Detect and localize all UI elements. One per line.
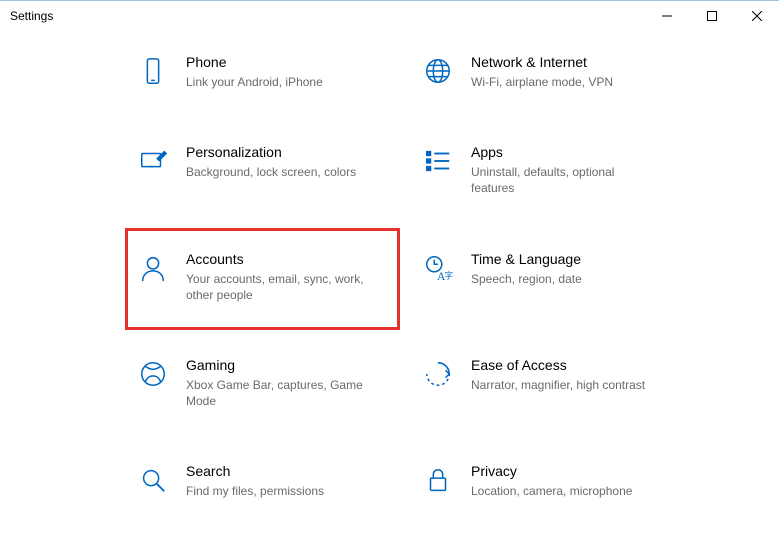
list-icon: [421, 144, 455, 196]
ease-of-access-icon: [421, 357, 455, 409]
tile-desc: Uninstall, defaults, optional features: [471, 164, 661, 196]
tile-desc: Background, lock screen, colors: [186, 164, 376, 180]
tile-desc: Speech, region, date: [471, 271, 661, 287]
tile-network[interactable]: Network & Internet Wi-Fi, airplane mode,…: [415, 46, 680, 98]
tile-time-language[interactable]: A字 Time & Language Speech, region, date: [415, 243, 680, 311]
paintbrush-icon: [136, 144, 170, 196]
person-icon: [136, 251, 170, 303]
close-button[interactable]: [734, 1, 779, 31]
minimize-button[interactable]: [644, 1, 689, 31]
svg-text:字: 字: [445, 270, 453, 280]
tile-title: Phone: [186, 54, 389, 70]
tile-privacy[interactable]: Privacy Location, camera, microphone: [415, 455, 680, 507]
tile-desc: Find my files, permissions: [186, 483, 376, 499]
tile-desc: Link your Android, iPhone: [186, 74, 376, 90]
tile-phone[interactable]: Phone Link your Android, iPhone: [130, 46, 395, 98]
tile-title: Gaming: [186, 357, 389, 373]
tile-personalization[interactable]: Personalization Background, lock screen,…: [130, 136, 395, 204]
titlebar: Settings: [0, 1, 779, 31]
tile-title: Personalization: [186, 144, 389, 160]
lock-icon: [421, 463, 455, 499]
tile-title: Network & Internet: [471, 54, 674, 70]
tile-apps[interactable]: Apps Uninstall, defaults, optional featu…: [415, 136, 680, 204]
window-title: Settings: [10, 9, 53, 23]
tile-title: Accounts: [186, 251, 389, 267]
tile-title: Apps: [471, 144, 674, 160]
tile-desc: Location, camera, microphone: [471, 483, 661, 499]
search-icon: [136, 463, 170, 499]
tile-desc: Your accounts, email, sync, work, other …: [186, 271, 376, 303]
xbox-icon: [136, 357, 170, 409]
tile-desc: Wi-Fi, airplane mode, VPN: [471, 74, 661, 90]
tile-search[interactable]: Search Find my files, permissions: [130, 455, 395, 507]
maximize-button[interactable]: [689, 1, 734, 31]
tile-desc: Narrator, magnifier, high contrast: [471, 377, 661, 393]
tile-desc: Xbox Game Bar, captures, Game Mode: [186, 377, 376, 409]
settings-grid: Phone Link your Android, iPhone Network …: [130, 30, 750, 508]
tile-title: Time & Language: [471, 251, 674, 267]
tile-ease-of-access[interactable]: Ease of Access Narrator, magnifier, high…: [415, 349, 680, 417]
tile-title: Ease of Access: [471, 357, 674, 373]
tile-accounts[interactable]: Accounts Your accounts, email, sync, wor…: [130, 233, 395, 325]
globe-icon: [421, 54, 455, 90]
window-controls: [644, 1, 779, 31]
tile-title: Privacy: [471, 463, 674, 479]
time-language-icon: A字: [421, 251, 455, 303]
tile-gaming[interactable]: Gaming Xbox Game Bar, captures, Game Mod…: [130, 349, 395, 417]
tile-title: Search: [186, 463, 389, 479]
phone-icon: [136, 54, 170, 90]
